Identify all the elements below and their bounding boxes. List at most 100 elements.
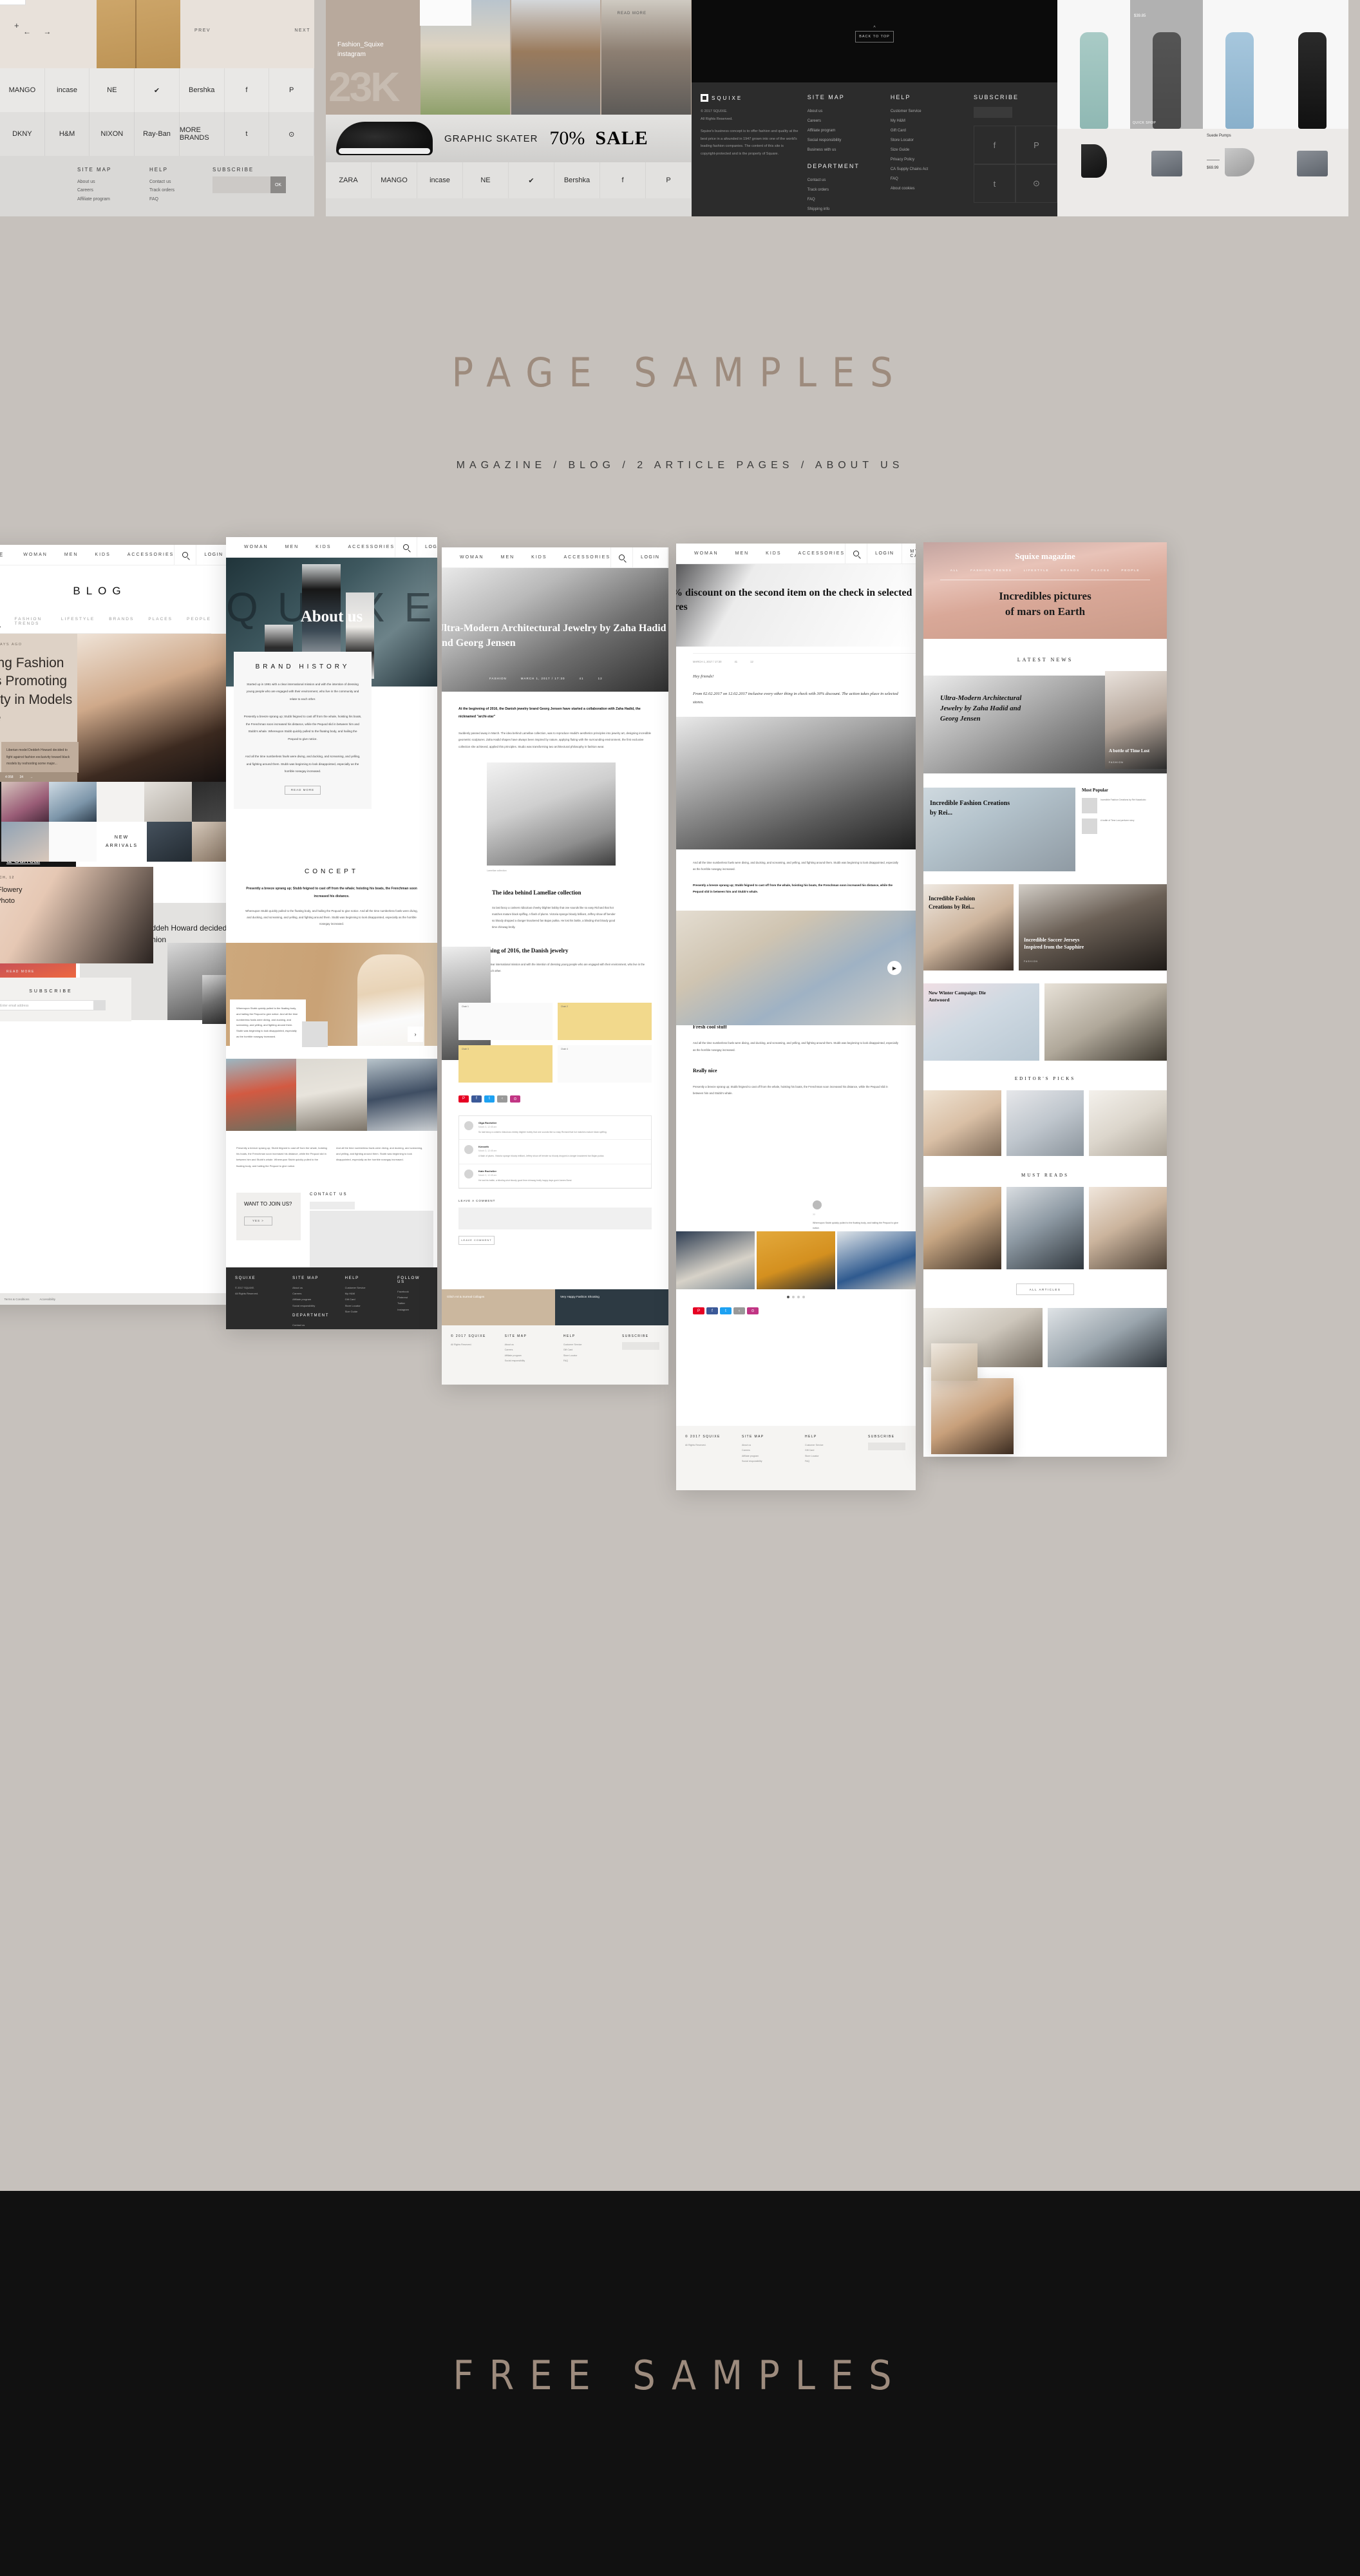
join-button[interactable]: YES > (244, 1216, 272, 1226)
help-link[interactable]: FAQ (563, 1358, 610, 1363)
editors-pick-card[interactable] (923, 1090, 1001, 1156)
subscribe-ok-button[interactable] (93, 1000, 105, 1010)
editors-pick-card[interactable] (1089, 1090, 1167, 1156)
block-photo[interactable] (1044, 983, 1167, 1061)
creative-post-card[interactable]: BRANDS MARCH, 12 Creative Flowery Fashio… (0, 867, 153, 963)
article-card[interactable]: Incredible Fashion Creations by Rei... (923, 788, 1075, 871)
help-link[interactable]: FAQ (805, 1459, 858, 1464)
help-link[interactable]: Gift Card (345, 1296, 386, 1302)
nav-link-men[interactable]: MEN (64, 553, 79, 557)
brand-logo[interactable]: Bershka (554, 162, 600, 198)
tile-photo[interactable] (49, 782, 97, 822)
instagram-icon[interactable]: ⊙ (510, 1095, 520, 1103)
help-link[interactable]: Size Guide (891, 146, 965, 155)
comment-textarea[interactable] (458, 1207, 652, 1229)
help-link[interactable]: FAQ (149, 195, 175, 204)
help-link[interactable]: My H&M (345, 1291, 386, 1296)
nav-link-men[interactable]: MEN (285, 545, 299, 549)
block-card[interactable]: New Winter Campaign: Die Antwoord (923, 983, 1039, 1061)
related-item[interactable]: Glitch Art & Surreal Collages (442, 1289, 555, 1325)
sitemap-link[interactable]: Social responsibility (505, 1358, 552, 1363)
subscribe-ok-button[interactable]: OK (270, 176, 286, 193)
social-link[interactable]: Instagram (397, 1307, 428, 1312)
sitemap-link[interactable]: Affiliate program (808, 126, 882, 136)
carousel-next-button[interactable]: › (408, 1027, 423, 1042)
floating-card-soccer[interactable] (931, 1378, 1014, 1454)
play-icon[interactable]: ▶ (887, 961, 902, 975)
help-link[interactable]: CA Supply Chains Act (891, 165, 965, 175)
help-link[interactable]: Store Locator (345, 1303, 386, 1309)
help-link[interactable]: Gift Card (891, 126, 965, 136)
login-link[interactable]: LOGIN (632, 547, 667, 567)
help-link[interactable]: Store Locator (563, 1353, 610, 1358)
thumbnail-product-grid[interactable]: Lace Pencil Skirt $39.85 QUICK SHOP Sued… (1057, 0, 1348, 216)
brand-logo[interactable]: NE (463, 162, 509, 198)
prev-button[interactable]: PREV (194, 28, 211, 33)
social-link[interactable]: Twitter (397, 1300, 428, 1306)
help-link[interactable]: Track orders (149, 186, 175, 194)
brand-logo[interactable]: ZARA (326, 162, 372, 198)
nav-link-accessories[interactable]: ACCESSORIES (128, 553, 175, 557)
facebook-icon[interactable]: f (600, 162, 646, 198)
brand-logo[interactable]: NIXON (90, 112, 135, 156)
nav-link-accessories[interactable]: ACCESSORIES (564, 555, 611, 560)
sitemap-link[interactable]: Social responsibility (292, 1303, 333, 1309)
department-link[interactable]: Shipping info (808, 205, 882, 214)
nav-link-woman[interactable]: WOMAN (23, 553, 48, 557)
email-input[interactable] (973, 107, 1012, 118)
pinterest-icon[interactable]: P (693, 1307, 704, 1314)
tab-brands[interactable]: BRANDS (109, 617, 134, 627)
search-button[interactable] (395, 537, 417, 557)
tab-all[interactable]: ALL (950, 569, 959, 573)
gallery-item[interactable]: Chair 2 (558, 1002, 652, 1040)
subscribe-input[interactable] (212, 176, 277, 193)
arrow-right-icon[interactable]: → (30, 775, 33, 779)
brand-logo[interactable]: incase (44, 68, 90, 112)
help-link[interactable]: FAQ (891, 175, 965, 184)
floating-card-small[interactable] (931, 1343, 978, 1381)
tab-people[interactable]: PEOPLE (1121, 569, 1140, 573)
brand-logo[interactable]: ✔ (135, 68, 180, 112)
help-link[interactable]: Contact us (149, 178, 175, 186)
nav-link-kids[interactable]: KIDS (531, 555, 547, 560)
sitemap-link[interactable]: Affiliate program (742, 1454, 795, 1459)
product-card-active[interactable]: Lace Pencil Skirt $39.85 QUICK SHOP (1130, 0, 1203, 129)
tab-fashion-trends[interactable]: FASHION TRENDS (970, 569, 1012, 573)
tab-lifestyle[interactable]: LIFESTYLE (1024, 569, 1050, 573)
help-link[interactable]: Store Locator (805, 1454, 858, 1459)
subscribe-form[interactable]: Enter email address (0, 999, 106, 1010)
help-link[interactable]: Customer Service (345, 1285, 386, 1291)
leave-comment-button[interactable]: LEAVE COMMENT (458, 1235, 495, 1245)
help-link[interactable]: Customer Service (563, 1342, 610, 1347)
share-icon[interactable]: ‹ (733, 1307, 745, 1314)
gallery-item[interactable]: Chair 1 (458, 1002, 552, 1040)
tab-places[interactable]: PLACES (1091, 569, 1110, 573)
sitemap-link[interactable]: About us (505, 1342, 552, 1347)
carousel-dots[interactable] (787, 1296, 805, 1298)
facebook-icon[interactable]: f (706, 1307, 718, 1314)
help-link[interactable]: My H&M (891, 117, 965, 126)
nav-link-men[interactable]: MEN (501, 555, 515, 560)
brand-logo[interactable]: H&M (44, 112, 90, 156)
sitemap-link[interactable]: Careers (77, 186, 111, 194)
brand-logo[interactable]: Ray-Ban (135, 112, 180, 156)
brand-logo[interactable]: Bershka (179, 68, 225, 112)
block-card-dark[interactable]: Incredible Soccer Jerseys Inspired from … (1019, 884, 1167, 971)
sitemap-link[interactable]: About us (77, 178, 111, 186)
pinterest-icon[interactable]: P (1015, 126, 1057, 164)
tab-fashion-trends[interactable]: FASHION TRENDS (15, 617, 47, 627)
instagram-photo[interactable] (511, 0, 601, 115)
department-link[interactable]: Track orders (292, 1328, 333, 1330)
mockup-about-page[interactable]: WOMAN MEN KIDS ACCESSORIES LOGIN MY CART… (226, 537, 437, 1329)
nav-link-woman[interactable]: WOMAN (460, 555, 484, 560)
sitemap-link[interactable]: Affiliate program (505, 1353, 552, 1358)
sitemap-link[interactable]: Careers (808, 117, 882, 126)
product-card[interactable] (1276, 129, 1348, 216)
related-item[interactable]: Very Happy Fashion Shooting (555, 1289, 668, 1325)
brand-logo[interactable]: MANGO (0, 68, 45, 112)
nav-link-accessories[interactable]: ACCESSORIES (348, 545, 395, 549)
tile-photo[interactable] (49, 822, 97, 862)
popular-item[interactable]: A bottle of Time Lost perfume story (1082, 819, 1164, 834)
nav-link-kids[interactable]: KIDS (766, 551, 781, 556)
gallery-image[interactable] (676, 1231, 755, 1289)
